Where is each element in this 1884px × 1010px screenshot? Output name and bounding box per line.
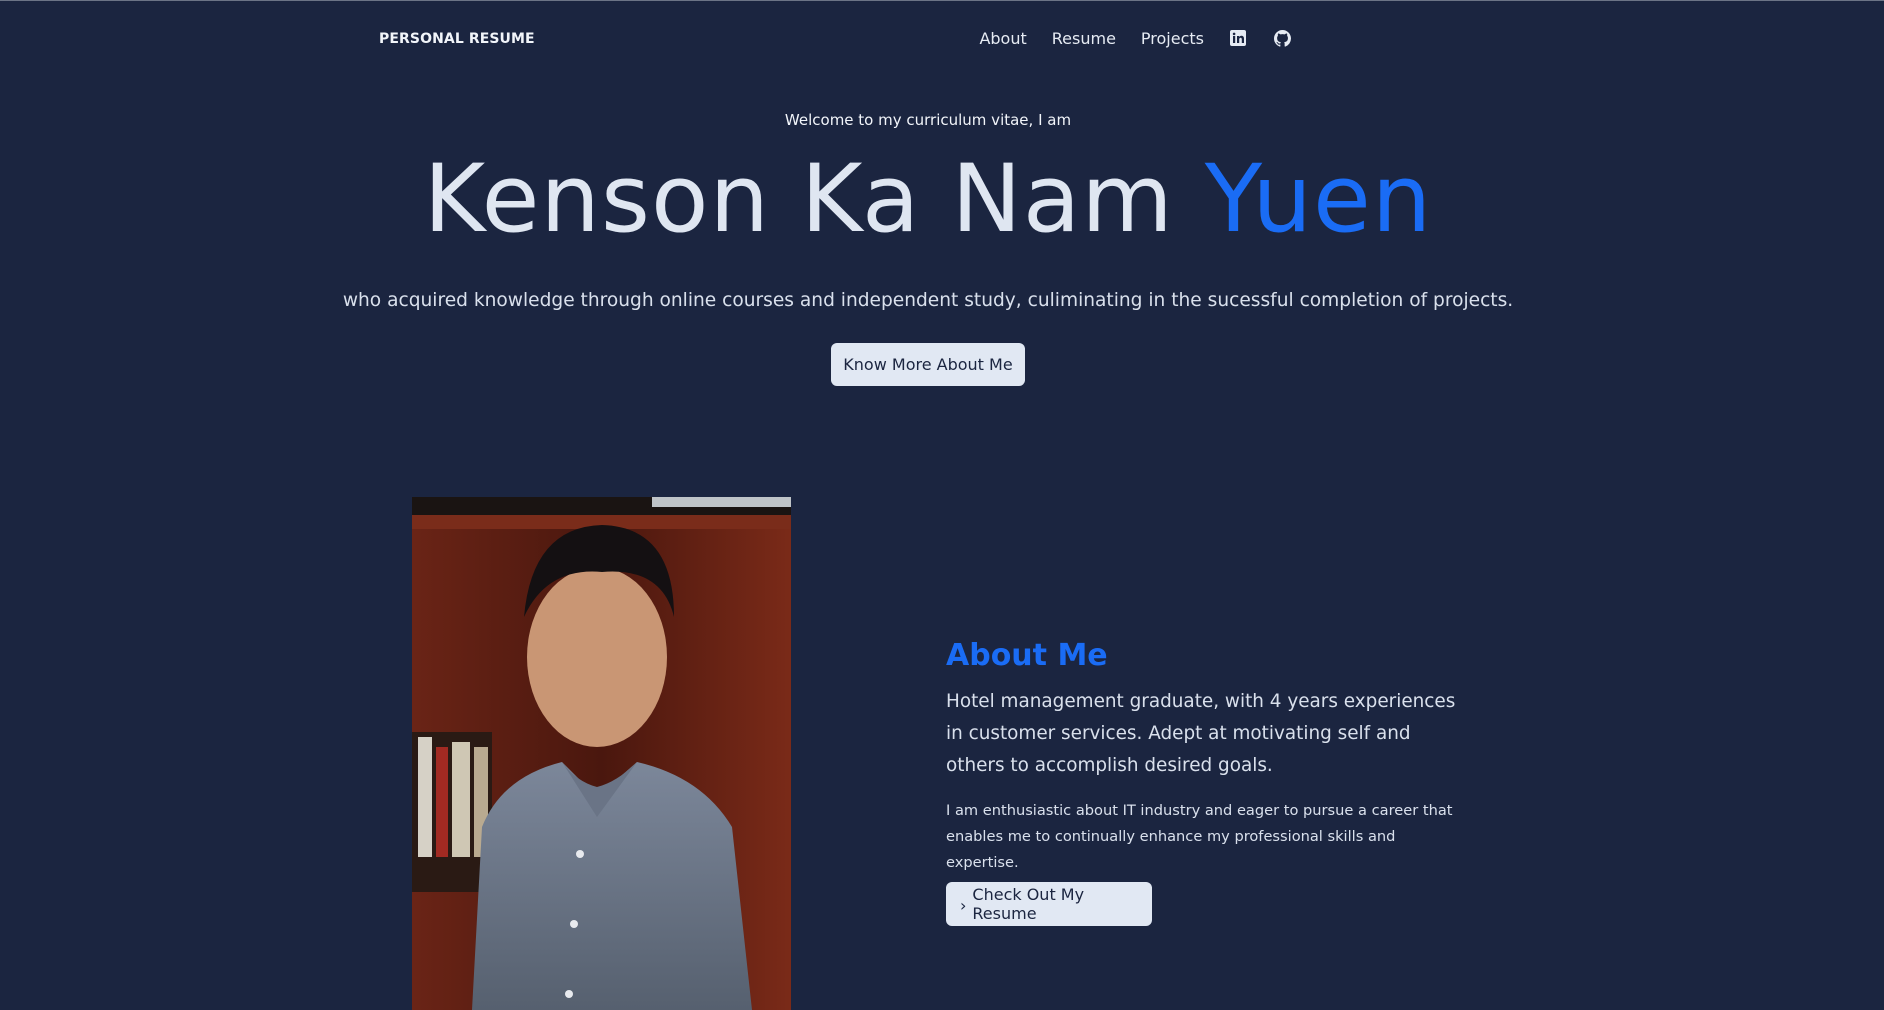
hero-name: Kenson Ka Nam Yuen [0, 140, 1856, 260]
hero-description: who acquired knowledge through online co… [342, 290, 1514, 311]
nav-links: About Resume Projects [954, 28, 1292, 48]
hero-name-first: Kenson Ka Nam [423, 145, 1205, 254]
brand-logo[interactable]: PERSONAL RESUME [379, 31, 535, 47]
check-resume-button[interactable]: › Check Out My Resume [946, 882, 1152, 926]
chevron-right-icon: › [960, 896, 967, 915]
hero-name-last: Yuen [1204, 145, 1433, 254]
linkedin-icon[interactable] [1228, 28, 1248, 48]
about-title: About Me [946, 638, 1108, 673]
about-body: I am enthusiastic about IT industry and … [946, 802, 1453, 871]
profile-photo [412, 497, 791, 1010]
navbar: PERSONAL RESUME About Resume Projects [0, 0, 1884, 82]
check-resume-label: Check Out My Resume [972, 885, 1085, 923]
know-more-button[interactable]: Know More About Me [831, 343, 1025, 386]
about-lead: Hotel management graduate, with 4 years … [946, 691, 1456, 776]
nav-link-resume[interactable]: Resume [1052, 29, 1116, 48]
nav-link-about[interactable]: About [979, 29, 1026, 48]
nav-link-projects[interactable]: Projects [1141, 29, 1204, 48]
hero-greeting: Welcome to my curriculum vitae, I am [784, 111, 1072, 129]
github-icon[interactable] [1272, 28, 1292, 48]
